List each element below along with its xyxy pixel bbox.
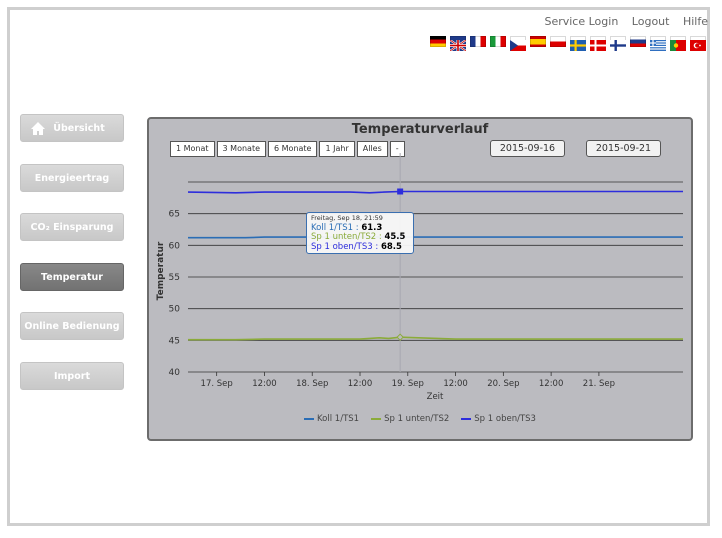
temperature-chart[interactable]: 40 45 50 55 60 65 17. Sep 12:00 18. Sep 12:00 19.… bbox=[149, 119, 691, 439]
chart-legend: Koll 1/TS1 Sp 1 unten/TS2 Sp 1 oben/TS3 bbox=[149, 414, 691, 424]
series-line bbox=[187, 190, 683, 194]
ru-flag-icon[interactable] bbox=[630, 36, 646, 47]
x-axis-label: Zeit bbox=[427, 392, 444, 402]
pt-flag-icon[interactable] bbox=[670, 36, 686, 51]
legend-label: Sp 1 unten/TS2 bbox=[384, 414, 450, 424]
cz-flag-icon[interactable] bbox=[510, 36, 526, 51]
tooltip-value: 68.5 bbox=[380, 241, 402, 252]
y-tick-label: 65 bbox=[169, 210, 180, 220]
tooltip-label: Sp 1 unten/TS2 : bbox=[311, 232, 382, 242]
y-tick-label: 55 bbox=[169, 273, 180, 283]
x-tick-label: 19. Sep bbox=[392, 379, 424, 389]
tooltip-value: 45.5 bbox=[384, 232, 406, 242]
x-tick-label: 18. Sep bbox=[296, 379, 328, 389]
legend-label: Koll 1/TS1 bbox=[317, 414, 360, 424]
series-line bbox=[188, 336, 683, 341]
legend-item-koll[interactable]: Koll 1/TS1 bbox=[304, 414, 359, 424]
x-tick-label: 17. Sep bbox=[201, 379, 233, 389]
sidebar-item-label: Temperatur bbox=[41, 271, 103, 283]
hover-marker bbox=[396, 333, 404, 341]
y-tick-label: 60 bbox=[169, 241, 181, 251]
series-line bbox=[188, 236, 683, 239]
legend-item-sp-unten[interactable]: Sp 1 unten/TS2 bbox=[371, 414, 449, 424]
sidebar-item-overview[interactable]: Übersicht bbox=[20, 114, 124, 142]
es-flag-icon[interactable] bbox=[530, 36, 546, 47]
tooltip-row-sp-oben: Sp 1 oben/TS3 : 68.5 bbox=[311, 241, 409, 253]
chart-panel: Temperaturverlauf 1 Monat 3 Monate 6 Mon… bbox=[147, 117, 693, 441]
sidebar-item-import[interactable]: Import bbox=[20, 362, 124, 390]
legend-swatch bbox=[371, 418, 382, 420]
sidebar-item-online-control[interactable]: Online Bedienung bbox=[20, 312, 124, 340]
se-flag-icon[interactable] bbox=[570, 36, 586, 51]
sidebar-item-co2-savings[interactable]: CO₂ Einsparung bbox=[20, 213, 124, 241]
top-links: Service Login Logout Hilfe bbox=[534, 15, 708, 28]
y-tick-label: 45 bbox=[169, 336, 180, 346]
legend-swatch bbox=[461, 418, 472, 420]
legend-item-sp-oben[interactable]: Sp 1 oben/TS3 bbox=[461, 414, 536, 424]
sidebar-item-energy-yield[interactable]: Energieertrag bbox=[20, 164, 124, 192]
pl-flag-icon[interactable] bbox=[550, 36, 566, 47]
x-tick-label: 21. Sep bbox=[583, 379, 615, 389]
sidebar-item-label: Energieertrag bbox=[34, 172, 110, 184]
logout-link[interactable]: Logout bbox=[632, 15, 670, 28]
service-login-link[interactable]: Service Login bbox=[544, 15, 618, 28]
sidebar-item-label: Import bbox=[54, 370, 90, 382]
help-link[interactable]: Hilfe bbox=[683, 15, 708, 28]
fi-flag-icon[interactable] bbox=[610, 36, 626, 51]
language-flags bbox=[430, 36, 706, 52]
gb-flag-icon[interactable] bbox=[449, 36, 467, 52]
x-tick-label: 12:00 bbox=[348, 379, 373, 389]
x-tick-label: 12:00 bbox=[252, 379, 277, 389]
y-tick-label: 50 bbox=[169, 305, 181, 315]
gr-flag-icon[interactable] bbox=[650, 36, 666, 51]
x-tick-label: 12:00 bbox=[539, 379, 564, 389]
it-flag-icon[interactable] bbox=[490, 36, 506, 47]
x-tick-label: 20. Sep bbox=[487, 379, 519, 389]
y-tick-label: 40 bbox=[169, 368, 181, 378]
home-icon bbox=[30, 121, 46, 139]
legend-swatch bbox=[304, 418, 315, 420]
sidebar-item-label: Übersicht bbox=[53, 122, 105, 134]
chart-tooltip: Freitag, Sep 18, 21:59 Koll 1/TS1 : 61.3… bbox=[306, 212, 414, 254]
fr-flag-icon[interactable] bbox=[470, 36, 486, 47]
dk-flag-icon[interactable] bbox=[590, 36, 606, 51]
tooltip-label: Koll 1/TS1 : bbox=[311, 222, 359, 233]
sidebar-item-label: CO₂ Einsparung bbox=[30, 221, 114, 233]
x-tick-label: 12:00 bbox=[443, 379, 468, 389]
sidebar-item-label: Online Bedienung bbox=[24, 320, 120, 332]
de-flag-icon[interactable] bbox=[430, 36, 446, 47]
tooltip-value: 61.3 bbox=[361, 222, 383, 233]
sidebar-item-temperature[interactable]: Temperatur bbox=[20, 263, 124, 291]
y-axis-label: Temperatur bbox=[156, 241, 166, 300]
hover-marker bbox=[397, 188, 404, 195]
tr-flag-icon[interactable] bbox=[690, 36, 706, 51]
tooltip-label: Sp 1 oben/TS3 : bbox=[311, 241, 379, 252]
legend-label: Sp 1 oben/TS3 bbox=[474, 414, 536, 424]
